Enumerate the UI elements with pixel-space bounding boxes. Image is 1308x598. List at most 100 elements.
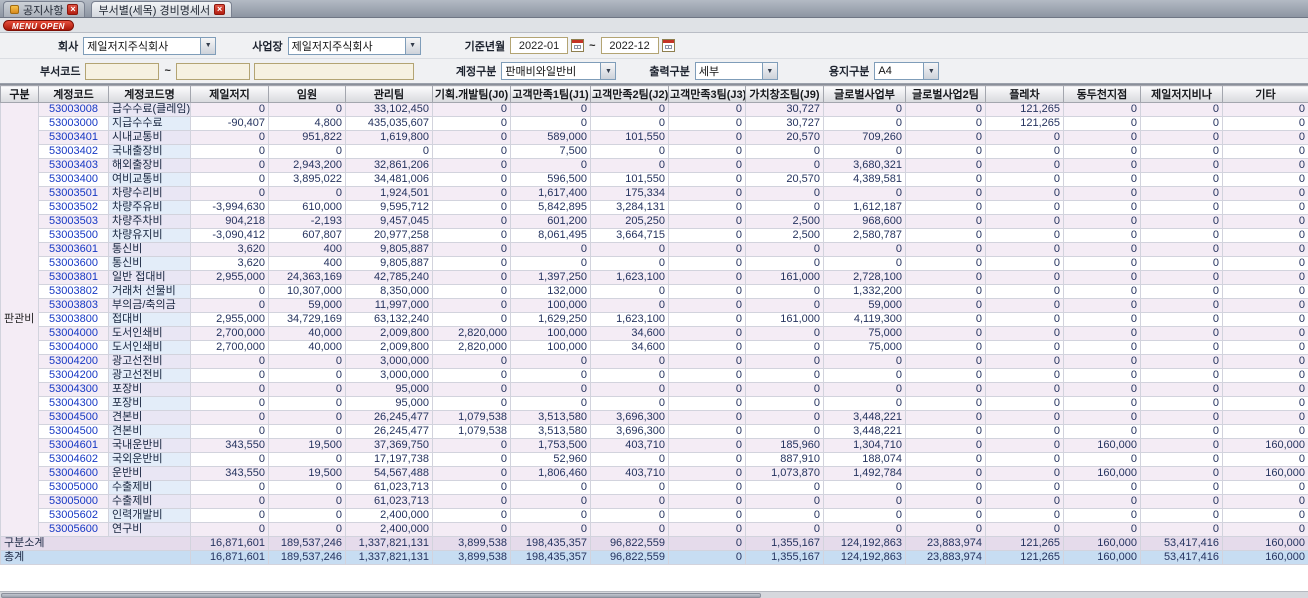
amount-cell[interactable]: 0 <box>668 424 746 439</box>
amount-cell[interactable]: 0 <box>905 340 986 355</box>
amount-cell[interactable]: 2,500 <box>745 228 824 243</box>
amount-cell[interactable]: 0 <box>510 242 591 257</box>
amount-cell[interactable]: 2,943,200 <box>268 158 346 173</box>
amount-cell[interactable]: 0 <box>1222 144 1308 159</box>
amount-cell[interactable]: 0 <box>432 368 511 383</box>
workplace-select[interactable]: 제일저지주식회사 ▼ <box>287 36 421 55</box>
amount-cell[interactable]: 0 <box>268 368 346 383</box>
amount-cell[interactable]: 0 <box>1063 298 1141 313</box>
amount-cell[interactable]: 0 <box>745 186 824 201</box>
amount-cell[interactable]: 2,728,100 <box>823 270 906 285</box>
amount-cell[interactable]: 0 <box>1222 186 1308 201</box>
amount-cell[interactable]: 0 <box>668 270 746 285</box>
amount-cell[interactable]: 0 <box>668 298 746 313</box>
amount-cell[interactable]: 0 <box>985 172 1064 187</box>
amount-cell[interactable]: 0 <box>1140 382 1223 397</box>
amount-cell[interactable]: -3,090,412 <box>190 228 269 243</box>
column-header[interactable]: 구분 <box>0 85 39 103</box>
account-code-cell[interactable]: 53003802 <box>38 284 109 299</box>
amount-cell[interactable]: 0 <box>745 200 824 215</box>
amount-cell[interactable]: 0 <box>823 494 906 509</box>
account-code-cell[interactable]: 53003403 <box>38 158 109 173</box>
account-code-cell[interactable]: 53004200 <box>38 368 109 383</box>
amount-cell[interactable]: 3,513,580 <box>510 410 591 425</box>
amount-cell[interactable]: 0 <box>590 452 669 467</box>
account-code-cell[interactable]: 53003801 <box>38 270 109 285</box>
amount-cell[interactable]: 0 <box>268 508 346 523</box>
amount-cell[interactable]: 0 <box>985 158 1064 173</box>
amount-cell[interactable]: 0 <box>668 480 746 495</box>
amount-cell[interactable]: 2,400,000 <box>345 508 433 523</box>
account-name-cell[interactable]: 국내운반비 <box>108 438 191 453</box>
amount-cell[interactable]: 0 <box>510 102 591 117</box>
amount-cell[interactable]: -3,994,630 <box>190 200 269 215</box>
amount-cell[interactable]: 0 <box>985 452 1064 467</box>
account-name-cell[interactable]: 차량주차비 <box>108 214 191 229</box>
amount-cell[interactable]: 0 <box>1140 116 1223 131</box>
amount-cell[interactable]: 2,400,000 <box>345 522 433 537</box>
amount-cell[interactable]: 0 <box>510 494 591 509</box>
amount-cell[interactable]: 0 <box>1222 256 1308 271</box>
column-header[interactable]: 플레차 <box>985 85 1064 103</box>
amount-cell[interactable]: 0 <box>1063 102 1141 117</box>
account-name-cell[interactable]: 부의금/축의금 <box>108 298 191 313</box>
amount-cell[interactable]: 0 <box>1063 340 1141 355</box>
account-name-cell[interactable]: 광고선전비 <box>108 368 191 383</box>
amount-cell[interactable]: 0 <box>1222 326 1308 341</box>
amount-cell[interactable]: 4,800 <box>268 116 346 131</box>
amount-cell[interactable]: 0 <box>1222 480 1308 495</box>
account-name-cell[interactable]: 해외출장비 <box>108 158 191 173</box>
amount-cell[interactable]: 0 <box>590 284 669 299</box>
amount-cell[interactable]: 161,000 <box>745 312 824 327</box>
amount-cell[interactable]: 0 <box>745 354 824 369</box>
amount-cell[interactable]: 0 <box>823 508 906 523</box>
amount-cell[interactable]: 32,861,206 <box>345 158 433 173</box>
amount-cell[interactable]: 0 <box>1063 158 1141 173</box>
amount-cell[interactable]: 0 <box>1063 256 1141 271</box>
amount-cell[interactable]: 0 <box>905 172 986 187</box>
amount-cell[interactable]: 0 <box>668 452 746 467</box>
amount-cell[interactable]: 0 <box>745 508 824 523</box>
amount-cell[interactable]: 2,580,787 <box>823 228 906 243</box>
amount-cell[interactable]: 0 <box>985 438 1064 453</box>
amount-cell[interactable]: 0 <box>1222 340 1308 355</box>
amount-cell[interactable]: 0 <box>268 494 346 509</box>
amount-cell[interactable]: 607,807 <box>268 228 346 243</box>
amount-cell[interactable]: 0 <box>985 424 1064 439</box>
amount-cell[interactable]: 0 <box>905 214 986 229</box>
amount-cell[interactable]: 0 <box>823 522 906 537</box>
amount-cell[interactable]: 40,000 <box>268 326 346 341</box>
amount-cell[interactable]: 0 <box>190 354 269 369</box>
amount-cell[interactable]: 0 <box>432 158 511 173</box>
amount-cell[interactable]: 0 <box>1140 242 1223 257</box>
amount-cell[interactable]: 0 <box>905 466 986 481</box>
amount-cell[interactable]: 0 <box>905 480 986 495</box>
amount-cell[interactable]: 0 <box>985 396 1064 411</box>
amount-cell[interactable]: 0 <box>432 494 511 509</box>
amount-cell[interactable]: 596,500 <box>510 172 591 187</box>
column-header[interactable]: 글로벌사업2팀 <box>905 85 986 103</box>
amount-cell[interactable]: 0 <box>985 368 1064 383</box>
amount-cell[interactable]: 0 <box>1140 144 1223 159</box>
account-type-select[interactable]: 판매비와일반비 ▼ <box>501 62 617 80</box>
account-code-cell[interactable]: 53003600 <box>38 256 109 271</box>
amount-cell[interactable]: 0 <box>590 396 669 411</box>
amount-cell[interactable]: 0 <box>190 424 269 439</box>
amount-cell[interactable]: 0 <box>590 158 669 173</box>
amount-cell[interactable]: 0 <box>905 144 986 159</box>
account-code-cell[interactable]: 53003402 <box>38 144 109 159</box>
amount-cell[interactable]: 0 <box>668 340 746 355</box>
amount-cell[interactable]: 0 <box>432 116 511 131</box>
amount-cell[interactable]: 1,397,250 <box>510 270 591 285</box>
amount-cell[interactable]: 0 <box>1063 270 1141 285</box>
amount-cell[interactable]: 54,567,488 <box>345 466 433 481</box>
amount-cell[interactable]: 0 <box>1063 494 1141 509</box>
amount-cell[interactable]: 188,074 <box>823 452 906 467</box>
amount-cell[interactable]: 1,806,460 <box>510 466 591 481</box>
amount-cell[interactable]: 0 <box>432 228 511 243</box>
account-name-cell[interactable]: 여비교통비 <box>108 172 191 187</box>
column-header[interactable]: 관리팀 <box>345 85 433 103</box>
column-header[interactable]: 고객만족1팀(J1) <box>510 85 591 103</box>
amount-cell[interactable]: 0 <box>668 312 746 327</box>
amount-cell[interactable]: 0 <box>985 298 1064 313</box>
